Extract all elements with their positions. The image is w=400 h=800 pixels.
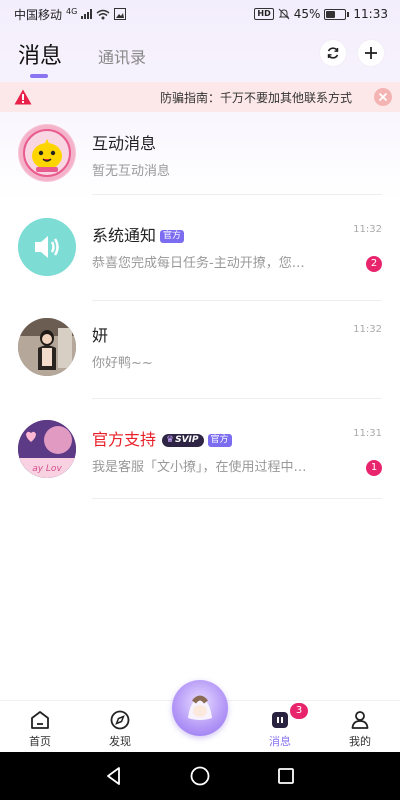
add-button[interactable] <box>358 40 384 66</box>
user-icon <box>351 711 369 729</box>
close-banner-button[interactable] <box>374 88 392 106</box>
message-preview: 暂无互动消息 <box>92 164 171 179</box>
divider <box>92 498 382 499</box>
support-logo-icon: ay Lov <box>18 420 76 478</box>
message-time: 11:32 <box>353 224 382 235</box>
divider <box>92 300 382 301</box>
tab-contacts[interactable]: 通讯录 <box>98 44 146 68</box>
svg-text:ay Lov: ay Lov <box>32 464 62 474</box>
refresh-icon <box>327 47 339 59</box>
center-mascot-icon <box>188 695 212 720</box>
unread-badge: 2 <box>366 256 382 272</box>
messages-badge: 3 <box>290 703 308 719</box>
battery-icon <box>324 8 350 20</box>
nav-label: 发现 <box>109 735 131 748</box>
hd-icon: HD <box>254 8 274 20</box>
message-preview: 恭喜您完成每日任务-主动开撩，您… <box>92 256 305 271</box>
message-preview: 你好鸭~~ <box>92 356 153 371</box>
svip-badge: ♛SVIP <box>162 434 204 447</box>
interaction-avatar <box>18 124 76 182</box>
header: 消息 通讯录 <box>0 32 400 82</box>
signal-icon <box>81 9 93 19</box>
home-icon <box>31 711 49 729</box>
contact-name-wrap: 系统通知 官方 <box>92 222 185 246</box>
message-time: 11:31 <box>353 428 382 439</box>
system-nav-bar <box>0 752 400 800</box>
message-preview: 我是客服「文小撩」，在使用过程中… <box>92 460 307 475</box>
message-icon <box>272 712 288 728</box>
message-time: 11:32 <box>353 324 382 335</box>
compass-icon <box>110 710 130 730</box>
wifi-icon <box>96 9 110 19</box>
contact-name-wrap: 官方支持 ♛SVIP 官方 <box>92 426 232 450</box>
list-item-system-notice[interactable]: 系统通知 官方 11:32 恭喜您完成每日任务-主动开撩，您… 2 <box>0 208 400 304</box>
recents-icon[interactable] <box>275 765 297 787</box>
close-icon <box>378 92 388 102</box>
plus-icon <box>365 47 377 59</box>
refresh-button[interactable] <box>320 40 346 66</box>
nav-discover[interactable]: 发现 <box>95 709 145 749</box>
speaker-icon <box>18 218 76 276</box>
tab-indicator <box>30 74 48 78</box>
svip-label: SVIP <box>175 435 199 445</box>
official-tag: 官方 <box>160 230 185 243</box>
system-avatar <box>18 218 76 276</box>
nav-label: 消息 <box>269 735 291 748</box>
nav-label: 首页 <box>29 735 51 748</box>
list-item-chat[interactable]: 妍 11:32 你好鸭~~ <box>0 306 400 402</box>
back-icon[interactable] <box>103 765 125 787</box>
chick-mascot-icon <box>19 125 75 181</box>
carrier-label: 中国移动 <box>14 7 63 22</box>
nav-profile[interactable]: 我的 <box>335 709 385 749</box>
status-right: HD 45% 11:33 <box>254 7 388 21</box>
nav-label: 我的 <box>349 735 371 748</box>
contact-name: 官方支持 <box>92 430 157 449</box>
contact-name: 互动消息 <box>92 134 157 153</box>
contact-name: 妍 <box>92 326 109 345</box>
list-item-official-support[interactable]: ay Lov 官方支持 ♛SVIP 官方 11:31 我是客服「文小撩」，在使用过程… <box>0 404 400 500</box>
battery-percent: 45% <box>293 7 321 21</box>
status-left: 中国移动 4G <box>14 6 127 23</box>
network-type: 4G <box>66 6 78 16</box>
home-circle-icon[interactable] <box>189 765 211 787</box>
clock: 11:33 <box>353 7 388 21</box>
warning-text: 防骗指南：千万不要加其他联系方式 <box>160 91 353 105</box>
user-photo-icon <box>18 318 76 376</box>
list-item-interactions[interactable]: 互动消息 暂无互动消息 <box>0 112 400 208</box>
warning-icon <box>14 89 32 105</box>
unread-badge: 1 <box>366 460 382 476</box>
center-action-button[interactable] <box>172 680 228 736</box>
image-notification-icon <box>114 8 127 20</box>
user-avatar <box>18 318 76 376</box>
support-avatar: ay Lov <box>18 420 76 478</box>
divider <box>92 398 382 399</box>
nav-home[interactable]: 首页 <box>15 709 65 749</box>
official-tag: 官方 <box>207 434 232 447</box>
contact-name: 系统通知 <box>92 226 157 245</box>
status-bar: 中国移动 4G HD 45% 11:33 <box>0 0 400 28</box>
divider <box>92 194 382 195</box>
crown-icon: ♛ <box>166 435 175 445</box>
mute-icon <box>278 8 290 20</box>
tab-messages[interactable]: 消息 <box>18 38 62 70</box>
fraud-warning-banner: 防骗指南：千万不要加其他联系方式 <box>0 82 400 112</box>
